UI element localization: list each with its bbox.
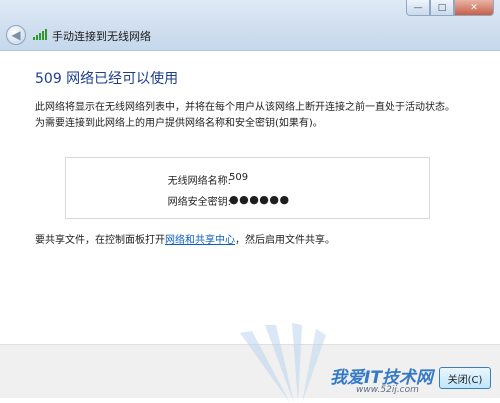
network-info-box: 无线网络名称: 509 网络安全密钥: ●●●●●● [65, 157, 430, 219]
title-bar: — □ ✕ ◀ 手动连接到无线网络 [0, 0, 500, 50]
content-area: 509 网络已经可以使用 此网络将显示在无线网络列表中，并将在每个用户从该网络上… [0, 50, 500, 344]
minimize-button[interactable]: — [406, 0, 430, 16]
security-key-row: 网络安全密钥: ●●●●●● [66, 193, 431, 209]
window-controls: — □ ✕ [406, 0, 494, 18]
network-name-value: 509 [229, 172, 249, 183]
network-name-label: 无线网络名称: [167, 176, 231, 187]
footer-bar: 我爱IT技术网 www.52ij.com 关闭(C) [0, 323, 500, 403]
dialog-window: — □ ✕ ◀ 手动连接到无线网络 509 网络已经可以使用 此网络将显示在无线… [0, 0, 500, 403]
file-sharing-note: 要共享文件，在控制面板打开网络和共享中心，然后启用文件共享。 [35, 231, 335, 246]
close-button[interactable]: 关闭(C) [439, 367, 491, 389]
share-suffix: ，然后启用文件共享。 [235, 235, 335, 246]
security-key-label: 网络安全密钥: [167, 197, 231, 208]
network-name-row: 无线网络名称: 509 [66, 172, 431, 188]
back-button[interactable]: ◀ [6, 25, 26, 45]
window-title: 手动连接到无线网络 [52, 30, 151, 43]
back-arrow-icon: ◀ [11, 28, 21, 42]
close-window-button[interactable]: ✕ [454, 0, 494, 16]
page-title: 509 网络已经可以使用 [35, 71, 179, 87]
watermark-rays-icon [240, 323, 326, 403]
security-key-value: ●●●●●● [229, 193, 290, 206]
description-text: 此网络将显示在无线网络列表中，并将在每个用户从该网络上断开连接之前一直处于活动状… [35, 102, 455, 129]
watermark-url: www.52ij.com [356, 385, 419, 395]
watermark: 我爱IT技术网 www.52ij.com [230, 323, 440, 403]
share-prefix: 要共享文件，在控制面板打开 [35, 235, 165, 246]
wireless-signal-icon [33, 29, 47, 40]
maximize-button[interactable]: □ [430, 0, 454, 16]
network-sharing-center-link[interactable]: 网络和共享中心 [165, 235, 235, 246]
